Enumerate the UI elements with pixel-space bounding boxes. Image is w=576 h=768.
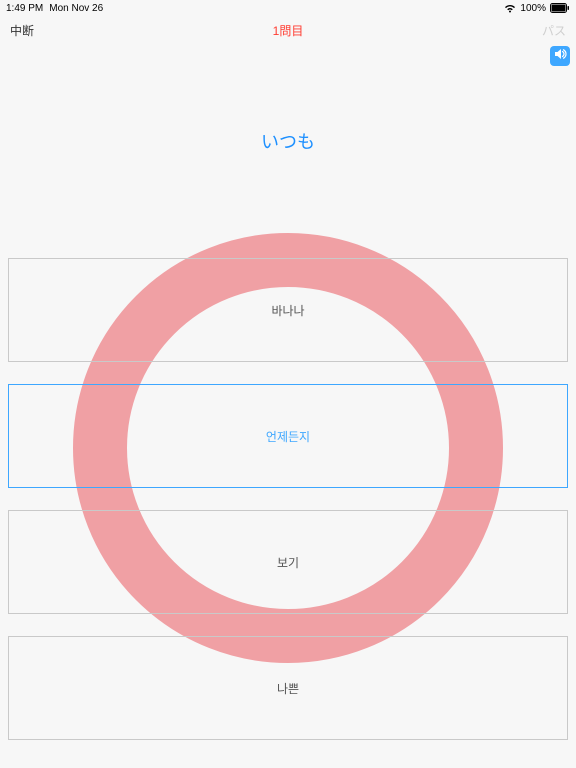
battery-pct: 100% <box>520 3 546 14</box>
option-label: 언제든지 <box>266 428 310 445</box>
option-4[interactable]: 나쁜 <box>8 636 568 740</box>
option-label: 바나나 <box>271 302 304 319</box>
option-label: 보기 <box>277 554 299 571</box>
page-title: 1問目 <box>273 22 304 39</box>
options-list: 바나나 언제든지 보기 나쁜 <box>8 258 568 740</box>
question-text: いつも <box>0 128 576 154</box>
speaker-button[interactable] <box>550 46 570 66</box>
wifi-icon <box>504 4 516 13</box>
pass-button[interactable]: パス <box>542 22 566 39</box>
option-3[interactable]: 보기 <box>8 510 568 614</box>
status-left: 1:49 PM Mon Nov 26 <box>6 3 103 14</box>
status-time: 1:49 PM <box>6 3 43 14</box>
speaker-icon <box>553 47 567 66</box>
option-label: 나쁜 <box>277 680 299 697</box>
speaker-row <box>0 44 576 66</box>
abort-button[interactable]: 中断 <box>10 22 34 39</box>
battery-icon <box>550 3 570 13</box>
nav-bar: 中断 1問目 パス <box>0 16 576 44</box>
status-right: 100% <box>504 3 570 14</box>
option-2[interactable]: 언제든지 <box>8 384 568 488</box>
status-date: Mon Nov 26 <box>49 3 103 14</box>
content-area: いつも 바나나 언제든지 보기 나쁜 <box>0 66 576 768</box>
option-1[interactable]: 바나나 <box>8 258 568 362</box>
status-bar: 1:49 PM Mon Nov 26 100% <box>0 0 576 16</box>
